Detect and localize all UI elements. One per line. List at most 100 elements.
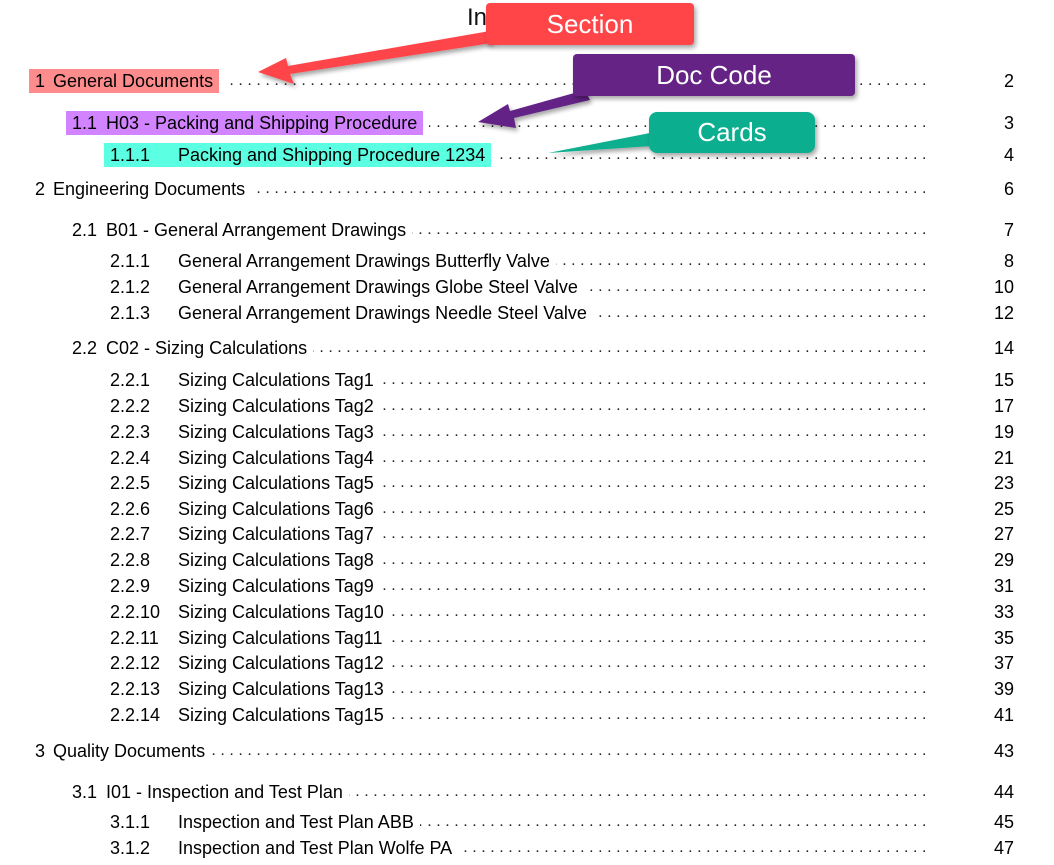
toc-entry-page-number: 17 — [993, 396, 1014, 416]
toc-entry[interactable]: ........................................… — [0, 626, 1054, 650]
toc-entry-heading[interactable]: 2.2 C02 - Sizing Calculations — [72, 336, 307, 360]
section-callout: Section — [486, 3, 694, 45]
doc-code-callout-label: Doc Code — [656, 60, 772, 90]
toc-entry-page-number: 39 — [993, 679, 1014, 699]
toc-entry-number: 2.2.1 — [110, 370, 151, 390]
toc-entry[interactable]: ........................................… — [0, 471, 1054, 495]
toc-entry[interactable]: ........................................… — [0, 810, 1054, 834]
toc-entry-number: 2.2.9 — [110, 576, 151, 596]
toc-entry-number: 2.2.3 — [110, 422, 151, 442]
toc-entry[interactable]: ........................................… — [0, 275, 1054, 299]
dot-leader: ........................................… — [380, 577, 931, 594]
toc-entry-heading[interactable]: 2 Engineering Documents — [35, 177, 245, 201]
toc-entry[interactable]: ........................................… — [0, 420, 1054, 444]
toc-entry-page-number: 7 — [1003, 220, 1014, 240]
toc-entry-heading[interactable]: 1 General Documents — [29, 69, 220, 93]
toc-entry[interactable]: ........................................… — [0, 143, 1054, 167]
toc-entry-title: Inspection and Test Plan Wolfe PA — [178, 838, 453, 858]
toc-entry-number: 2.2 — [72, 338, 98, 358]
toc-entry-page-number: 3 — [1003, 113, 1014, 133]
toc-entry-heading[interactable]: 2.1.2 General Arrangement Drawings Globe … — [110, 275, 578, 299]
toc-entry-heading[interactable]: 2.2.2 Sizing Calculations Tag2 — [110, 394, 374, 418]
toc-entry-page-number: 4 — [1003, 145, 1014, 165]
toc-entry[interactable]: ........................................… — [0, 249, 1054, 273]
toc-entry[interactable]: ........................................… — [0, 522, 1054, 546]
toc-entry[interactable]: ........................................… — [0, 651, 1054, 675]
toc-entry[interactable]: ........................................… — [0, 69, 1054, 93]
dot-leader: ........................................… — [380, 525, 931, 542]
toc-entry-number: 2.1.1 — [110, 251, 151, 271]
toc-entry-heading[interactable]: 2.1.3 General Arrangement Drawings Needle… — [110, 301, 587, 325]
toc-entry-page-number: 35 — [993, 628, 1014, 648]
toc-entry-heading[interactable]: 2.2.4 Sizing Calculations Tag4 — [110, 446, 374, 470]
toc-entry[interactable]: ........................................… — [0, 703, 1054, 727]
toc-entry-heading[interactable]: 2.2.8 Sizing Calculations Tag8 — [110, 548, 374, 572]
dot-leader: ........................................… — [380, 371, 931, 388]
toc-entry[interactable]: ........................................… — [0, 836, 1054, 860]
toc-entry-heading[interactable]: 3 Quality Documents — [35, 739, 205, 763]
dot-leader: ........................................… — [380, 500, 931, 517]
toc-entry-page-number: 8 — [1003, 251, 1014, 271]
toc-entry-page-number: 41 — [993, 705, 1014, 725]
dot-leader: ........................................… — [380, 551, 931, 568]
toc-entry-heading[interactable]: 3.1.2 Inspection and Test Plan Wolfe PA — [110, 836, 452, 860]
toc-entry-heading[interactable]: 2.1.1 General Arrangement Drawings Butter… — [110, 249, 550, 273]
toc-entry-title: Engineering Documents — [53, 179, 246, 199]
toc-entry-heading[interactable]: 2.2.9 Sizing Calculations Tag9 — [110, 574, 374, 598]
toc-entry-heading[interactable]: 2.2.7 Sizing Calculations Tag7 — [110, 522, 374, 546]
cards-callout-label: Cards — [697, 117, 767, 147]
toc-entry-heading[interactable]: 2.2.11 Sizing Calculations Tag11 — [110, 626, 382, 650]
toc-entry[interactable]: ........................................… — [0, 739, 1054, 763]
toc-entry-title: Sizing Calculations Tag15 — [178, 705, 384, 725]
toc-entry-page-number: 47 — [993, 838, 1014, 858]
toc-entry-heading[interactable]: 2.2.10 Sizing Calculations Tag10 — [110, 600, 384, 624]
toc-entry[interactable]: ........................................… — [0, 368, 1054, 392]
toc-entry-title: Sizing Calculations Tag6 — [178, 499, 374, 519]
toc-entry[interactable]: ........................................… — [0, 780, 1054, 804]
doc-code-callout: Doc Code — [573, 54, 855, 96]
toc-entry-page-number: 37 — [993, 653, 1014, 673]
toc-entry[interactable]: ........................................… — [0, 301, 1054, 325]
toc-entry-heading[interactable]: 2.2.6 Sizing Calculations Tag6 — [110, 497, 374, 521]
toc-entry-number: 2.1 — [72, 220, 98, 240]
toc-entry[interactable]: ........................................… — [0, 446, 1054, 470]
toc-entry-heading[interactable]: 1.1 H03 - Packing and Shipping Procedure — [66, 111, 424, 135]
dot-leader: ........................................… — [211, 742, 931, 759]
toc-entry-title: I01 - Inspection and Test Plan — [106, 782, 343, 802]
toc-entry[interactable]: ........................................… — [0, 394, 1054, 418]
toc-entry-heading[interactable]: 2.2.3 Sizing Calculations Tag3 — [110, 420, 374, 444]
toc-entry-number: 3 — [35, 741, 46, 761]
toc-entry[interactable]: ........................................… — [0, 677, 1054, 701]
toc-entry-heading[interactable]: 2.2.13 Sizing Calculations Tag13 — [110, 677, 384, 701]
toc-entry[interactable]: ........................................… — [0, 497, 1054, 521]
dot-leader: ........................................… — [380, 397, 931, 414]
dot-leader: ........................................… — [380, 449, 931, 466]
toc-entry[interactable]: ........................................… — [0, 177, 1054, 201]
toc-entry[interactable]: ........................................… — [0, 600, 1054, 624]
toc-entry[interactable]: ........................................… — [0, 111, 1054, 135]
toc-entry-heading[interactable]: 2.2.1 Sizing Calculations Tag1 — [110, 368, 374, 392]
toc-entry-number: 2.1.3 — [110, 303, 151, 323]
toc-entry-number: 2.2.10 — [110, 602, 161, 622]
toc-entry-page-number: 6 — [1003, 179, 1014, 199]
toc-entry-number: 2.1.2 — [110, 277, 151, 297]
dot-leader: ........................................… — [390, 680, 931, 697]
toc-entry-number: 1 — [35, 71, 46, 91]
toc-entry-heading[interactable]: 1.1.1 Packing and Shipping Procedure 1234 — [104, 143, 492, 167]
toc-entry[interactable]: ........................................… — [0, 218, 1054, 242]
toc-entry-title: Sizing Calculations Tag3 — [178, 422, 374, 442]
toc-entry-heading[interactable]: 2.1 B01 - General Arrangement Drawings — [72, 218, 406, 242]
toc-entry-heading[interactable]: 2.2.14 Sizing Calculations Tag15 — [110, 703, 384, 727]
toc-entry-page-number: 19 — [993, 422, 1014, 442]
toc-entry-heading[interactable]: 2.2.5 Sizing Calculations Tag5 — [110, 471, 374, 495]
dot-leader: ........................................… — [390, 706, 931, 723]
toc-entry-heading[interactable]: 3.1.1 Inspection and Test Plan ABB — [110, 810, 414, 834]
toc-entry-heading[interactable]: 3.1 I01 - Inspection and Test Plan — [72, 780, 343, 804]
toc-entry[interactable]: ........................................… — [0, 336, 1054, 360]
toc-entry[interactable]: ........................................… — [0, 574, 1054, 598]
toc-entry[interactable]: ........................................… — [0, 548, 1054, 572]
toc-entry-number: 3.1.2 — [110, 838, 151, 858]
toc-entry-heading[interactable]: 2.2.12 Sizing Calculations Tag12 — [110, 651, 384, 675]
toc-entry-page-number: 10 — [993, 277, 1014, 297]
toc-entry-title: Sizing Calculations Tag9 — [178, 576, 374, 596]
